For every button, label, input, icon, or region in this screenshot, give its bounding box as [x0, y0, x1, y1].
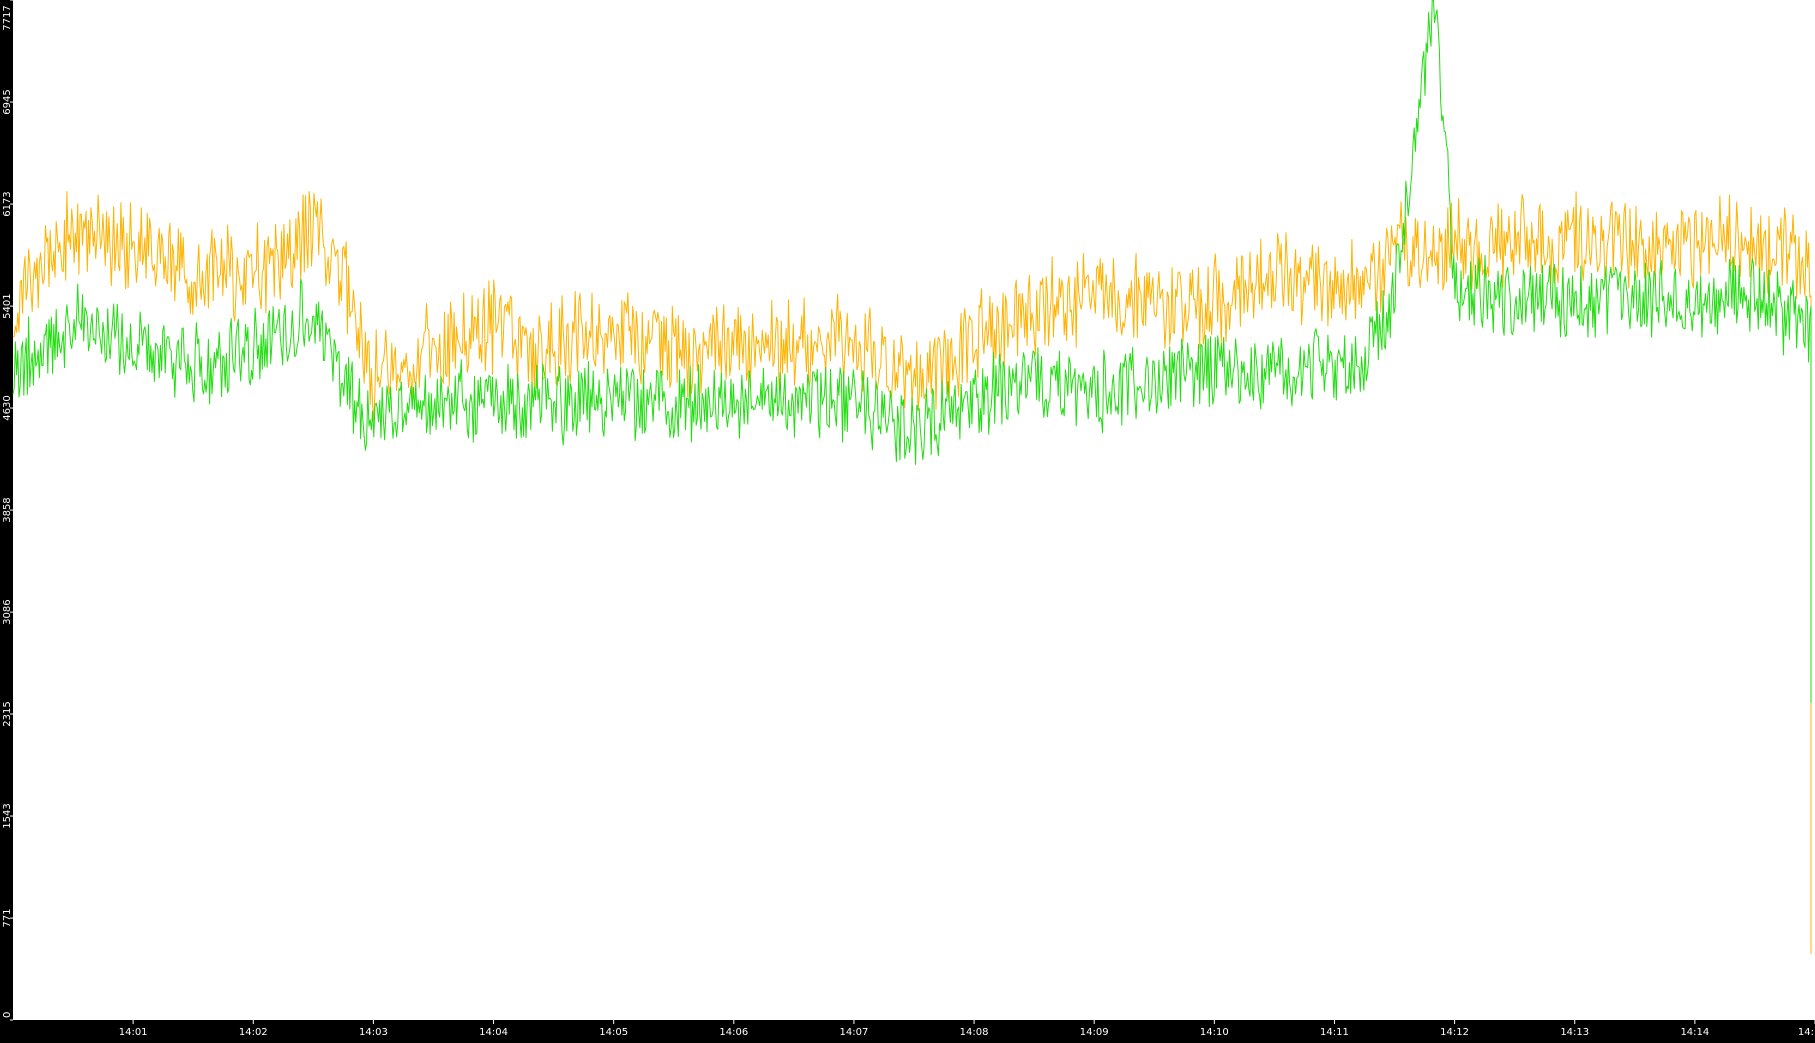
x-tick-label: 14:11: [1320, 1027, 1349, 1038]
y-tick-label: 1543: [2, 803, 13, 828]
x-tick-label: 14:08: [960, 1027, 989, 1038]
x-tick-label: 14:14: [1680, 1027, 1709, 1038]
x-tick-label: 14:02: [239, 1027, 268, 1038]
y-tick-label: 0: [2, 1012, 13, 1018]
y-tick-label: 4630: [2, 395, 13, 420]
x-tick-label: 14:04: [479, 1027, 508, 1038]
y-tick-label: 6945: [2, 89, 13, 114]
y-tick-label: 5401: [2, 293, 13, 318]
x-tick-label: 14:13: [1560, 1027, 1589, 1038]
x-tick-label: 14:: [1798, 1027, 1814, 1038]
x-tick-label: 14:03: [359, 1027, 388, 1038]
y-tick-label: 2315: [2, 701, 13, 726]
y-tick-label: 7717: [2, 5, 13, 30]
line-chart: 0 771 1543 2315 3086 3858 4630 5401 6173 6945 7717…: [0, 0, 1815, 1039]
x-tick-label: 14:01: [119, 1027, 148, 1038]
y-tick-label: 3858: [2, 497, 13, 522]
y-tick-label: 6173: [2, 191, 13, 216]
x-tick-label: 14:06: [719, 1027, 748, 1038]
chart: 0 771 1543 2315 3086 3858 4630 5401 6173 6945 7717…: [0, 0, 1815, 1039]
plot-area: [13, 0, 1815, 1020]
x-tick-label: 14:09: [1080, 1027, 1109, 1038]
x-tick-label: 14:12: [1440, 1027, 1469, 1038]
x-tick-label: 14:05: [599, 1027, 628, 1038]
x-tick-label: 14:10: [1200, 1027, 1229, 1038]
y-tick-label: 3086: [2, 599, 13, 624]
x-tick-label: 14:07: [840, 1027, 869, 1038]
y-tick-label: 771: [2, 909, 13, 928]
